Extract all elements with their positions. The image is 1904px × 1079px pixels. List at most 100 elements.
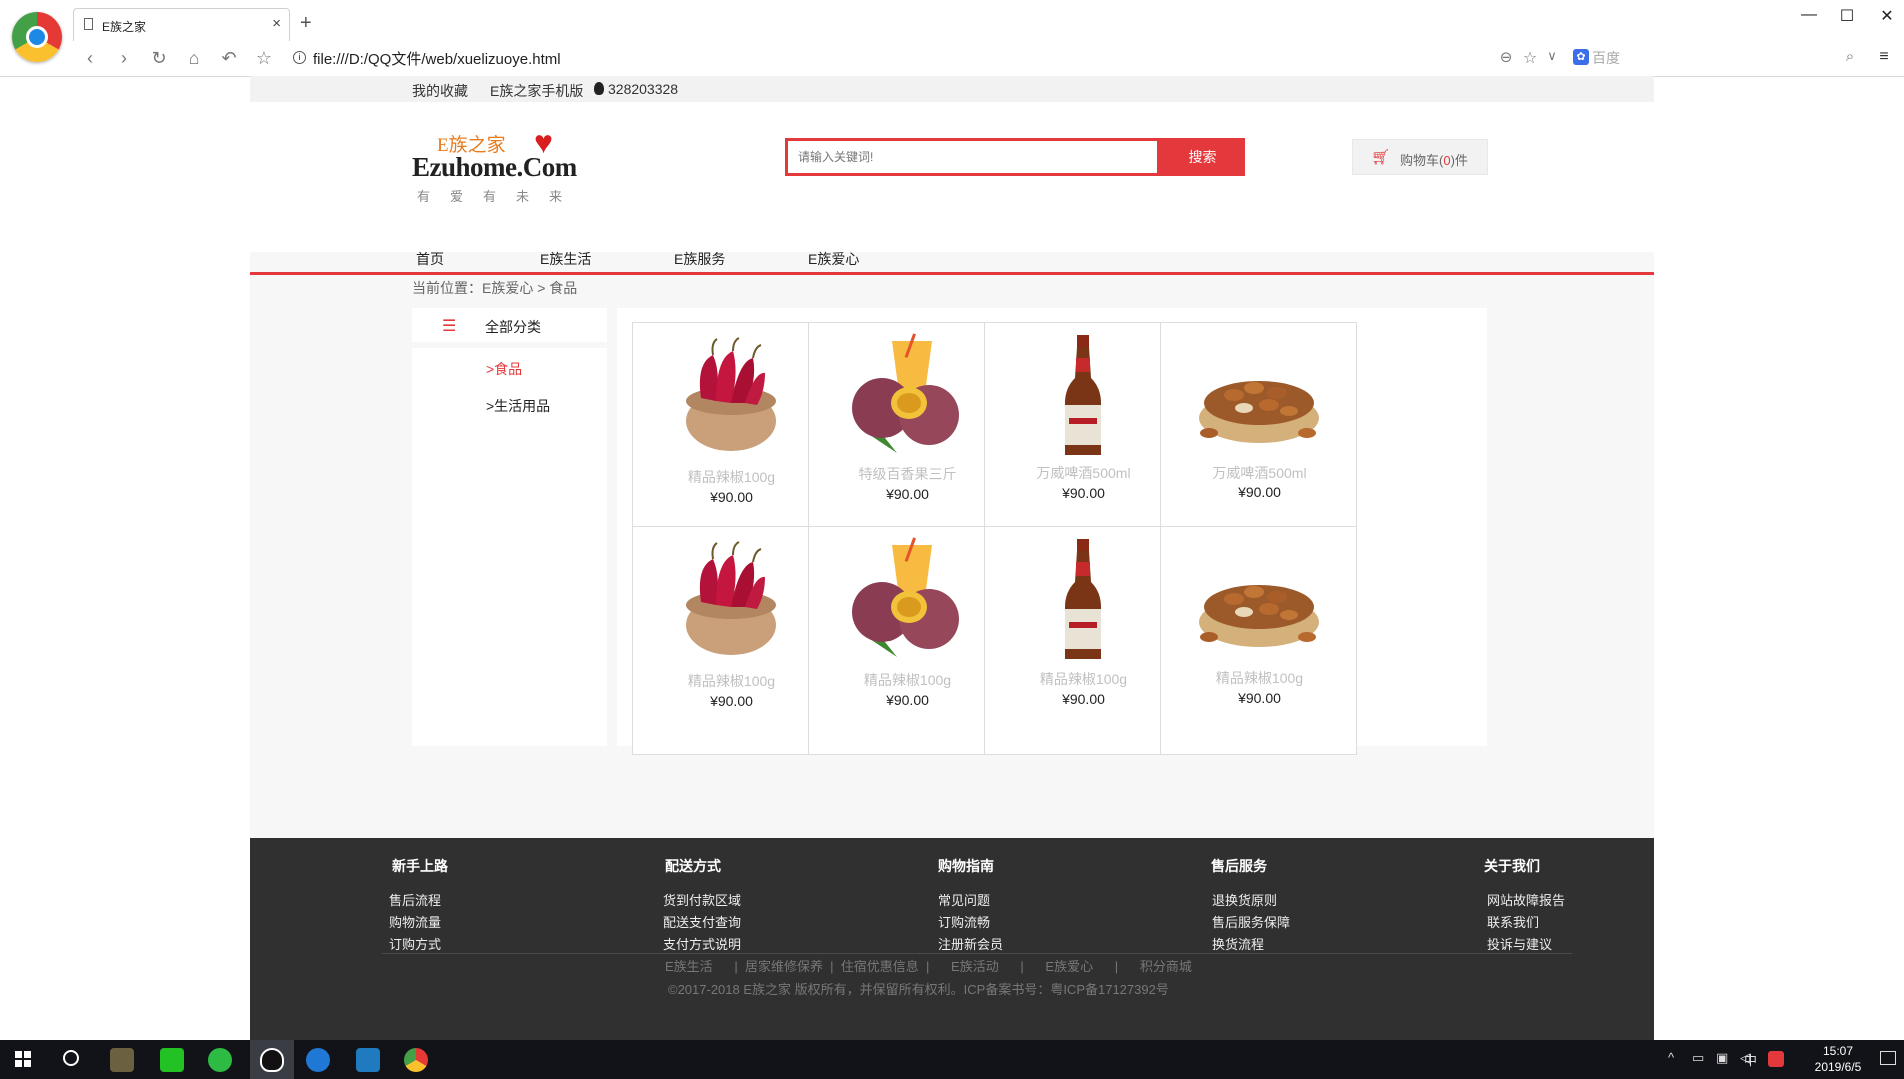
reload-icon[interactable]: ↻: [147, 48, 171, 69]
site-header: E族之家 ♥ Ezuhome.Com 有爱有未来 搜索 🛒︎ 购物车(0)件 首…: [250, 102, 1654, 275]
category-daily-goods[interactable]: >生活用品: [486, 396, 550, 416]
chili-bowl-image: [686, 337, 776, 451]
product-name: 精品辣椒100g: [1215, 670, 1304, 686]
minimize-button[interactable]: —: [1794, 6, 1824, 24]
search-circle-icon[interactable]: [63, 1050, 79, 1066]
sogou-icon[interactable]: [1768, 1051, 1784, 1067]
footer-link[interactable]: 订购方式: [389, 934, 441, 953]
list-icon: ☰: [442, 318, 457, 335]
footer-link[interactable]: 售后流程: [389, 890, 441, 909]
new-tab-icon[interactable]: +: [300, 12, 312, 35]
favorite-icon[interactable]: ☆: [1518, 48, 1542, 68]
product-name: 精品辣椒100g: [863, 672, 952, 688]
nuts-bowl-image: [1199, 381, 1319, 443]
cart-count: 0: [1443, 153, 1451, 168]
bookmark-star-icon[interactable]: ☆: [252, 48, 276, 69]
chili-bowl-image: [686, 541, 776, 655]
footer-bottom-links[interactable]: E族生活 | 居家维修保养 | 住宿优惠信息 | E族活动 | E族爱心 | 积…: [665, 956, 1192, 975]
beer-bottle-image: [1065, 539, 1101, 659]
footer-heading: 售后服务: [1211, 858, 1267, 874]
footer-link[interactable]: 购物流量: [389, 912, 441, 931]
browser-tab[interactable]: E族之家 ×: [73, 8, 290, 41]
dropdown-chevron-icon[interactable]: ∨: [1540, 48, 1564, 64]
product-name: 万威啤酒500ml: [1212, 465, 1307, 481]
product-card[interactable]: 特级百香果三斤 ¥90.00: [808, 322, 1005, 551]
tab-close-icon[interactable]: ×: [272, 15, 281, 32]
product-price: ¥90.00: [1062, 691, 1105, 707]
notification-icon[interactable]: [1880, 1051, 1896, 1065]
home-icon[interactable]: ⌂: [182, 48, 206, 69]
tab-title: E族之家: [102, 20, 147, 34]
mobile-link[interactable]: E族之家手机版: [490, 81, 583, 101]
nav-service[interactable]: E族服务: [674, 249, 725, 269]
product-card[interactable]: 精品辣椒100g ¥90.00: [808, 526, 1005, 755]
nav-love[interactable]: E族爱心: [808, 249, 859, 269]
address-bar[interactable]: file:///D:/QQ文件/web/xuelizuoye.html: [313, 48, 561, 69]
chrome-taskbar-icon[interactable]: [404, 1048, 428, 1072]
footer-link[interactable]: 订购流畅: [938, 912, 990, 931]
product-price: ¥90.00: [710, 693, 753, 709]
product-name: 精品辣椒100g: [1039, 671, 1128, 687]
cart-button[interactable]: 🛒︎ 购物车(0)件: [1352, 139, 1488, 175]
product-price: ¥90.00: [1238, 690, 1281, 706]
wechat-icon[interactable]: [208, 1048, 232, 1072]
footer-heading: 购物指南: [938, 858, 994, 874]
info-icon[interactable]: i: [293, 51, 306, 64]
product-card[interactable]: 万威啤酒500ml ¥90.00: [984, 322, 1181, 551]
footer-link[interactable]: 网站故障报告: [1487, 890, 1565, 909]
iqiyi-icon[interactable]: [160, 1048, 184, 1072]
footer-link[interactable]: 常见问题: [938, 890, 990, 909]
footer-link[interactable]: 注册新会员: [938, 934, 1003, 953]
forward-icon[interactable]: ›: [112, 48, 136, 69]
footer-link[interactable]: 退换货原则: [1212, 890, 1277, 909]
product-price: ¥90.00: [1062, 485, 1105, 501]
search-icon[interactable]: ⌕: [1838, 48, 1862, 65]
product-card[interactable]: 万威啤酒500ml ¥90.00: [1160, 322, 1357, 551]
search-button[interactable]: 搜索: [1160, 138, 1245, 176]
passion-fruit-image: [852, 537, 959, 657]
product-card[interactable]: 精品辣椒100g ¥90.00: [984, 526, 1181, 755]
footer-link[interactable]: 换货流程: [1212, 934, 1264, 953]
zoom-icon[interactable]: ⊖: [1494, 48, 1518, 66]
footer-link[interactable]: 联系我们: [1487, 912, 1539, 931]
site-logo[interactable]: E族之家 ♥ Ezuhome.Com 有爱有未来: [412, 124, 582, 204]
product-grid: 精品辣椒100g ¥90.00 特级百香果三斤 ¥90.00 万威啤酒500ml…: [617, 308, 1487, 755]
app-icon[interactable]: [110, 1048, 134, 1072]
nav-home[interactable]: 首页: [416, 249, 444, 269]
clock[interactable]: 15:07 2019/6/5: [1800, 1043, 1876, 1075]
favorites-link[interactable]: 我的收藏: [412, 81, 468, 101]
nav-life[interactable]: E族生活: [540, 249, 591, 269]
tray-ime[interactable]: 中: [1744, 1050, 1757, 1069]
search-input[interactable]: [788, 141, 1164, 173]
browser-search-field[interactable]: 百度: [1592, 48, 1620, 68]
product-card[interactable]: 精品辣椒100g ¥90.00: [632, 526, 829, 755]
menu-icon[interactable]: ≡: [1872, 48, 1896, 66]
address-toolbar: ‹ › ↻ ⌂ ↶ ☆ i file:///D:/QQ文件/web/xueliz…: [0, 40, 1904, 76]
qq-taskbar-icon[interactable]: [260, 1048, 284, 1072]
product-name: 精品辣椒100g: [687, 673, 776, 689]
footer-link[interactable]: 投诉与建议: [1487, 934, 1552, 953]
footer-link[interactable]: 配送支付查询: [663, 912, 741, 931]
back-icon[interactable]: ‹: [78, 48, 102, 69]
close-window-button[interactable]: ✕: [1872, 6, 1902, 26]
footer-link[interactable]: 售后服务保障: [1212, 912, 1290, 931]
product-card[interactable]: 精品辣椒100g ¥90.00: [1160, 526, 1357, 755]
logo-en-text: Ezuhome.Com: [412, 152, 577, 182]
vscode-icon[interactable]: [356, 1048, 380, 1072]
category-sidebar: ☰ 全部分类 >食品 >生活用品: [412, 308, 607, 746]
sidebar-title: 全部分类: [485, 319, 541, 335]
footer-divider: [382, 953, 1572, 954]
maximize-button[interactable]: ☐: [1832, 6, 1862, 26]
windows-start-icon[interactable]: [15, 1051, 31, 1067]
tray-chevron-icon[interactable]: ^: [1668, 1050, 1674, 1065]
footer-heading: 新手上路: [392, 858, 448, 874]
edge-icon[interactable]: [306, 1048, 330, 1072]
product-card[interactable]: 精品辣椒100g ¥90.00: [632, 322, 829, 551]
footer-link[interactable]: 货到付款区域: [663, 890, 741, 909]
product-price: ¥90.00: [1238, 484, 1281, 500]
tray-network-icon[interactable]: ▣: [1716, 1050, 1728, 1066]
category-food[interactable]: >食品: [486, 359, 522, 379]
undo-icon[interactable]: ↶: [217, 48, 241, 69]
clock-time: 15:07: [1822, 1044, 1854, 1058]
footer-link[interactable]: 支付方式说明: [663, 934, 741, 953]
